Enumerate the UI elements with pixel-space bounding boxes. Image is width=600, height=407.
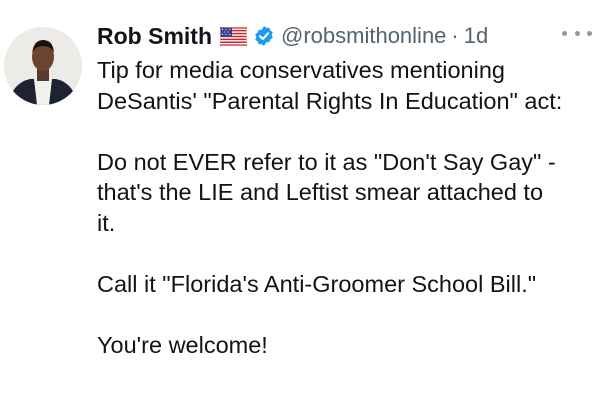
tweet-text-line: Tip for media conservatives mentioning [97,57,505,83]
tweet-text: Tip for media conservatives mentioning D… [97,55,592,360]
author-display-name[interactable]: Rob Smith [97,23,212,50]
us-flag-icon [220,26,247,46]
avatar[interactable] [4,27,82,105]
verified-badge-icon[interactable] [253,25,275,47]
tweet: Rob Smith @robsmithonline · 1d Tip for m… [0,0,600,407]
more-dot [587,30,592,36]
tweet-text-line: Do not EVER refer to it as "Don't Say Ga… [97,148,556,175]
more-options-icon[interactable] [562,26,592,40]
author-handle[interactable]: @robsmithonline [281,23,446,49]
tweet-timestamp[interactable]: 1d [464,23,488,49]
more-dot [562,30,567,36]
more-dot [574,30,580,36]
tweet-text-line: it. [97,209,116,236]
tweet-text-line: DeSantis' "Parental Rights In Education"… [97,87,563,114]
avatar-image [4,27,82,105]
tweet-text-line: that's the LIE and Leftist smear attache… [97,179,544,205]
header-separator: · [451,23,459,48]
tweet-text-line: You're welcome! [97,331,268,358]
tweet-text-line: Call it "Florida's Anti-Groomer School B… [97,270,537,297]
tweet-header: Rob Smith @robsmithonline · 1d [97,20,488,52]
